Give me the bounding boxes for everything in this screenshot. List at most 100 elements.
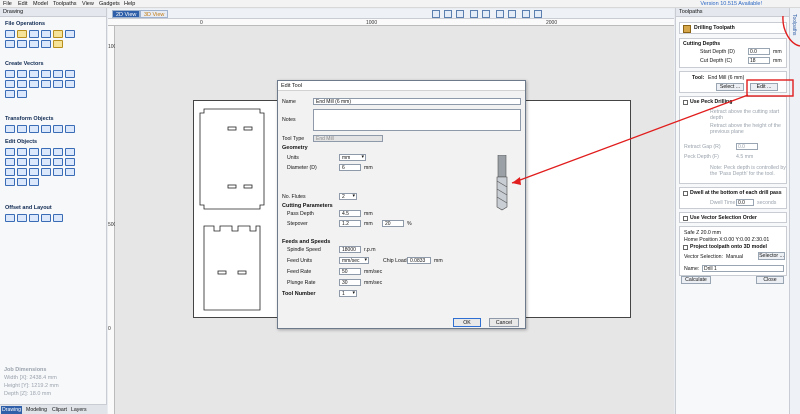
join-icon[interactable]: [5, 158, 15, 166]
arc-icon[interactable]: [65, 70, 75, 78]
pan-icon[interactable]: [470, 10, 478, 18]
mirror-icon[interactable]: [41, 125, 51, 133]
cut-depth-input[interactable]: 18: [748, 57, 770, 64]
peck-drilling-checkbox[interactable]: [683, 100, 688, 105]
toolpath-name-input[interactable]: Drill 1: [702, 265, 784, 272]
smooth-icon[interactable]: [17, 148, 27, 156]
close-button[interactable]: Close: [756, 276, 784, 284]
intersect-icon[interactable]: [65, 148, 75, 156]
pass-depth-input[interactable]: 4.5: [339, 210, 361, 217]
nest-icon[interactable]: [5, 168, 15, 176]
move-icon[interactable]: [5, 125, 15, 133]
text-on-curve-icon[interactable]: [29, 80, 39, 88]
sequence-icon[interactable]: [53, 168, 63, 176]
open-folder-icon[interactable]: [17, 30, 27, 38]
cancel-button[interactable]: Cancel: [489, 318, 519, 327]
menu-file[interactable]: File: [3, 0, 12, 8]
tab-layers[interactable]: Layers: [70, 406, 88, 414]
stepover-input[interactable]: 1.2: [339, 220, 361, 227]
array-icon[interactable]: [17, 168, 27, 176]
align-icon[interactable]: [17, 125, 27, 133]
select-tool-button[interactable]: Select ...: [716, 83, 744, 91]
feed-units-select[interactable]: mm/sec: [339, 257, 369, 264]
circular-array-icon[interactable]: [41, 214, 51, 222]
tool-name-input[interactable]: End Mill (6 mm): [313, 98, 521, 105]
edit-tool-button[interactable]: Edit ...: [750, 83, 778, 91]
scale-icon[interactable]: [41, 40, 51, 48]
calculate-button[interactable]: Calculate: [681, 276, 711, 284]
feed-rate-input[interactable]: 50: [339, 268, 361, 275]
copy-along-icon[interactable]: [53, 214, 63, 222]
circle-icon[interactable]: [5, 70, 15, 78]
line-icon[interactable]: [5, 80, 15, 88]
project-checkbox[interactable]: [683, 245, 688, 250]
toolpaths-side-tab[interactable]: Toolpaths: [791, 14, 797, 35]
zoom-in-icon[interactable]: [444, 10, 452, 18]
import-bitmap-icon[interactable]: [17, 40, 27, 48]
offset-icon[interactable]: [65, 158, 75, 166]
job-setup-icon[interactable]: [53, 30, 63, 38]
ungroup-icon[interactable]: [41, 168, 51, 176]
show-toolpaths-icon[interactable]: [534, 10, 542, 18]
import-component-icon[interactable]: [29, 40, 39, 48]
curve-fit-icon[interactable]: [53, 158, 63, 166]
import-icon[interactable]: [41, 30, 51, 38]
nesting-icon[interactable]: [17, 214, 27, 222]
tab-drawing[interactable]: Drawing: [1, 406, 23, 414]
update-available-link[interactable]: Version 10.515 Available!: [700, 0, 762, 8]
notes-icon[interactable]: [53, 40, 63, 48]
diameter-input[interactable]: 6: [339, 164, 361, 171]
dwell-time-input[interactable]: 0.0: [736, 199, 754, 206]
zoom-out-icon[interactable]: [456, 10, 464, 18]
fillet-icon[interactable]: [53, 80, 63, 88]
flutes-select[interactable]: 2: [339, 193, 357, 200]
spline-icon[interactable]: [17, 178, 27, 186]
layers-icon[interactable]: [508, 10, 516, 18]
menu-gadgets[interactable]: Gadgets: [99, 0, 120, 8]
weld-icon[interactable]: [29, 148, 39, 156]
tab-2d-view[interactable]: 2D View: [112, 10, 141, 18]
menu-view[interactable]: View: [82, 0, 94, 8]
distort-icon[interactable]: [53, 125, 63, 133]
dimension-icon[interactable]: [41, 80, 51, 88]
star-icon[interactable]: [53, 70, 63, 78]
label-icon[interactable]: [65, 168, 75, 176]
blend-icon[interactable]: [5, 178, 15, 186]
peck-option-2[interactable]: Retract above the height of the previous…: [710, 123, 784, 135]
trace-icon[interactable]: [5, 90, 15, 98]
polygon-icon[interactable]: [41, 70, 51, 78]
stepover-percent-input[interactable]: 20: [382, 220, 404, 227]
grid-toggle-icon[interactable]: [496, 10, 504, 18]
rotate-icon[interactable]: [29, 125, 39, 133]
group-icon[interactable]: [29, 168, 39, 176]
start-depth-input[interactable]: 0.0: [748, 48, 770, 55]
scissors-icon[interactable]: [41, 148, 51, 156]
tab-clipart[interactable]: Clipart: [51, 406, 68, 414]
tool-number-select[interactable]: 1: [339, 290, 357, 297]
tool-notes-input[interactable]: [313, 109, 521, 131]
spindle-speed-input[interactable]: 18000: [339, 246, 361, 253]
center-icon[interactable]: [65, 125, 75, 133]
step-repeat-icon[interactable]: [29, 214, 39, 222]
menu-model[interactable]: Model: [33, 0, 48, 8]
tab-modeling[interactable]: Modeling: [25, 406, 48, 414]
rectangle-icon[interactable]: [29, 70, 39, 78]
snap-icon[interactable]: [482, 10, 490, 18]
subtract-icon[interactable]: [53, 148, 63, 156]
trim-icon[interactable]: [29, 158, 39, 166]
menu-toolpaths[interactable]: Toolpaths: [53, 0, 77, 8]
chip-load-input[interactable]: 0.0833: [407, 257, 431, 264]
new-file-icon[interactable]: [5, 30, 15, 38]
ellipse-icon[interactable]: [17, 70, 27, 78]
text-icon[interactable]: [17, 80, 27, 88]
selection-icon[interactable]: [522, 10, 530, 18]
dwell-checkbox[interactable]: [683, 191, 688, 196]
units-select[interactable]: mm: [339, 154, 366, 161]
peck-option-1[interactable]: Retract above the cutting start depth: [710, 109, 784, 121]
dogbone-icon[interactable]: [65, 80, 75, 88]
draw-icon[interactable]: [17, 90, 27, 98]
node-edit-icon[interactable]: [5, 148, 15, 156]
tab-3d-view[interactable]: 3D View: [140, 10, 169, 18]
join-curves-icon[interactable]: [29, 178, 39, 186]
retract-gap-input[interactable]: 0.0: [736, 143, 758, 150]
